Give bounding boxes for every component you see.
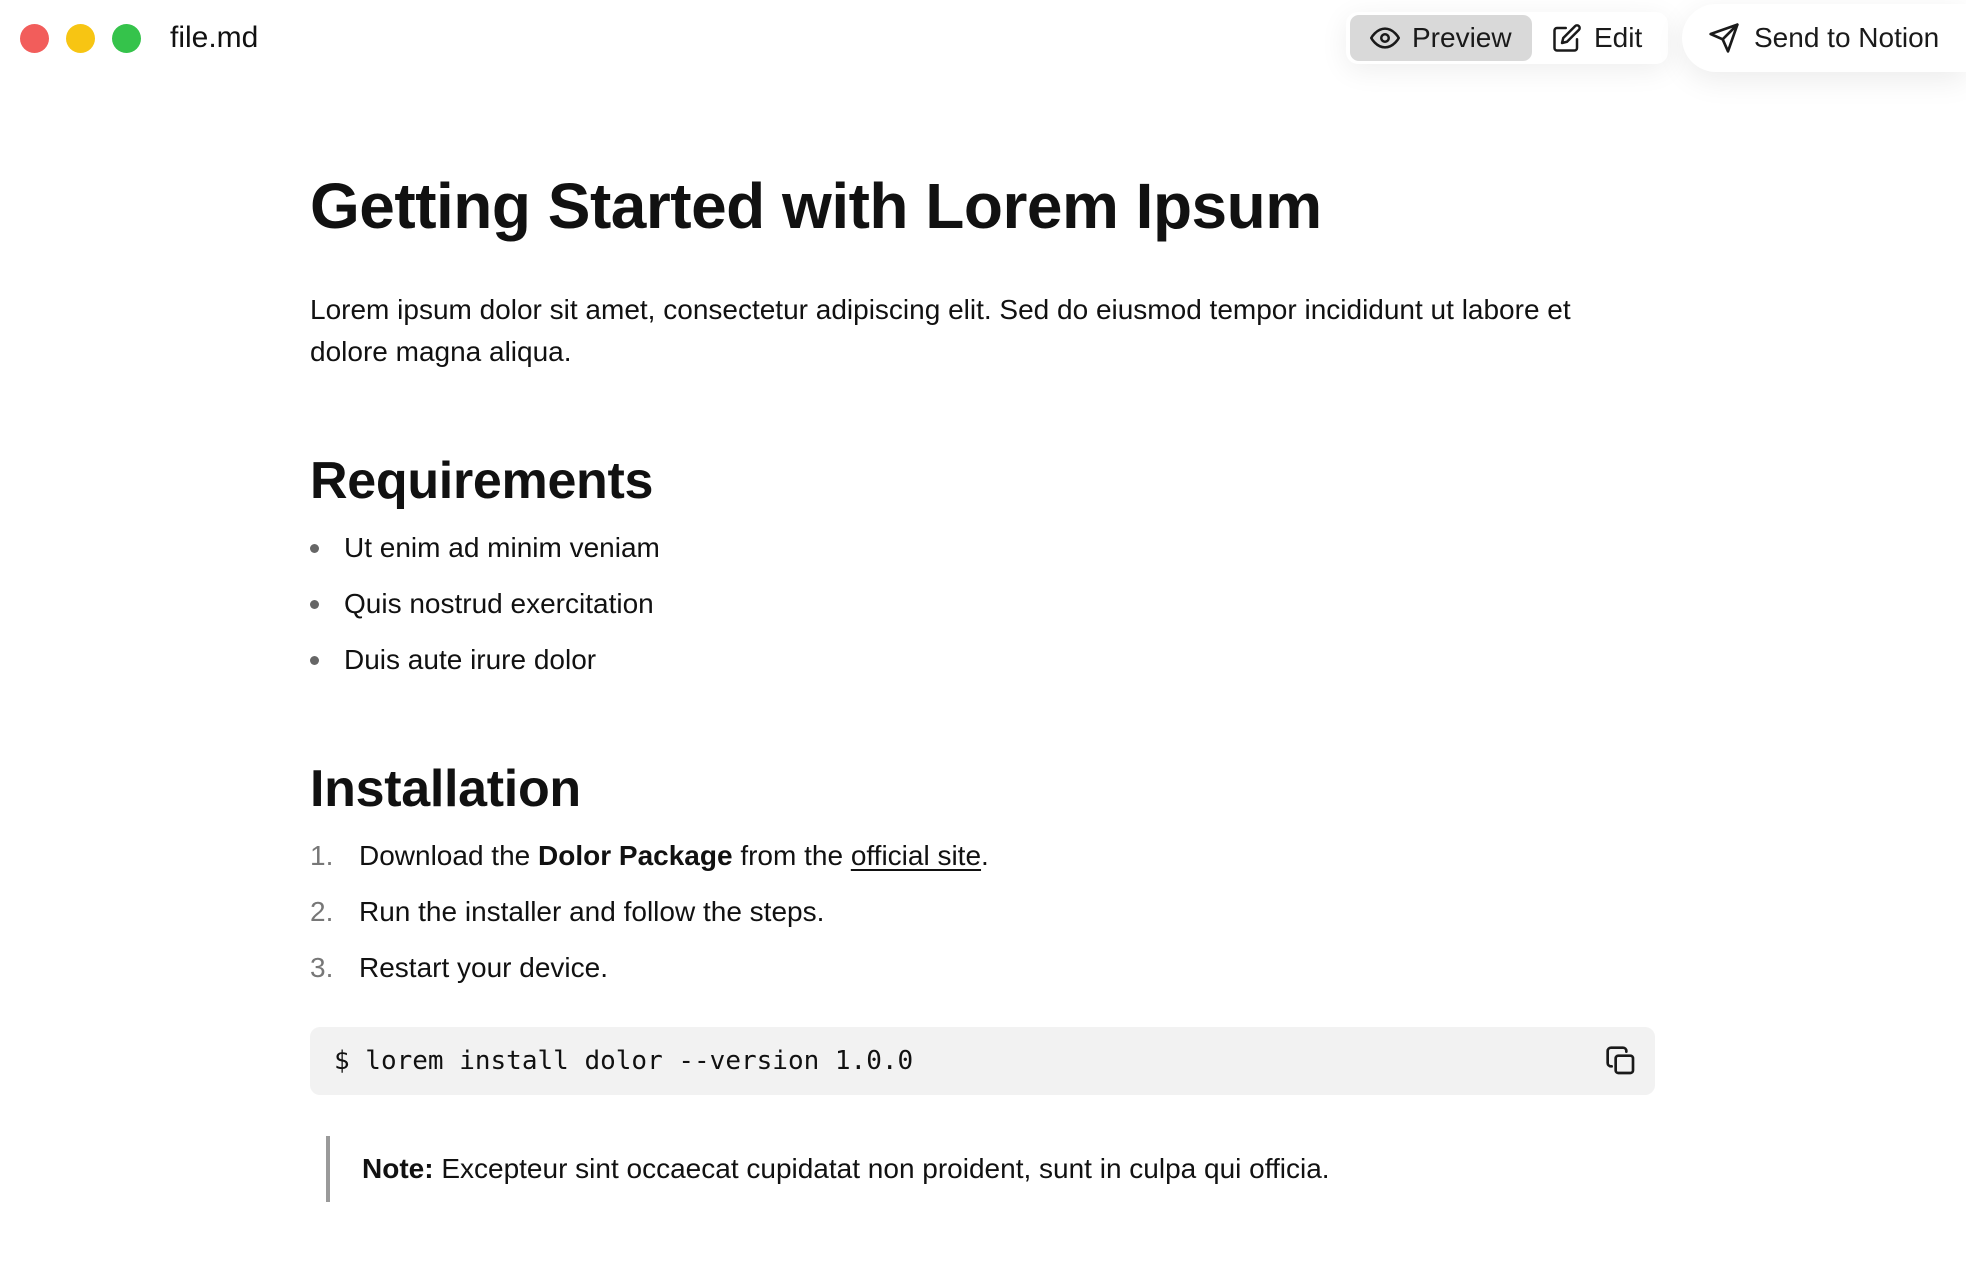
step-item: 2. Run the installer and follow the steps…: [310, 890, 989, 946]
bullet-icon: [310, 544, 319, 553]
pencil-square-icon: [1553, 24, 1581, 52]
step-bold-text: Dolor Package: [538, 840, 733, 871]
note-text: Excepteur sint occaecat cupidatat non pr…: [433, 1153, 1330, 1184]
install-command: $ lorem install dolor --version 1.0.0: [334, 1046, 914, 1076]
app-window: file.md Preview Edit Send to Notion Gett…: [0, 0, 1966, 1268]
step-text: .: [981, 840, 989, 871]
file-name: file.md: [170, 21, 259, 54]
step-item: 3. Restart your device.: [310, 946, 989, 1002]
send-to-notion-label: Send to Notion: [1754, 22, 1940, 53]
step-item: 1. Download the Dolor Package from the of…: [310, 834, 989, 890]
preview-button-label: Preview: [1412, 22, 1512, 53]
list-item: Ut enim ad minim veniam: [310, 526, 660, 582]
note-blockquote: Note: Excepteur sint occaecat cupidatat …: [326, 1136, 1330, 1202]
installation-heading: Installation: [310, 760, 581, 818]
eye-icon: [1370, 27, 1400, 49]
step-number: 3.: [310, 952, 334, 983]
list-item-text: Quis nostrud exercitation: [344, 588, 654, 619]
edit-button-label: Edit: [1594, 22, 1643, 53]
title-bar: file.md Preview Edit Send to Notion: [0, 0, 1966, 76]
list-item-text: Duis aute irure dolor: [344, 644, 597, 675]
code-block: $ lorem install dolor --version 1.0.0: [310, 1027, 1655, 1095]
intro-paragraph: Lorem ipsum dolor sit amet, consectetur …: [310, 294, 1571, 367]
document-title: Getting Started with Lorem Ipsum: [310, 170, 1322, 242]
requirements-heading: Requirements: [310, 452, 654, 510]
list-item: Duis aute irure dolor: [310, 638, 660, 694]
note-label: Note:: [362, 1153, 434, 1184]
requirements-list: Ut enim ad minim veniam Quis nostrud exe…: [310, 526, 660, 694]
step-text: Run the installer and follow the steps.: [359, 896, 825, 927]
minimize-window-button[interactable]: [66, 24, 95, 53]
step-text: from the: [732, 840, 851, 871]
send-to-notion-button[interactable]: Send to Notion: [1682, 4, 1966, 72]
preview-button[interactable]: Preview: [1350, 15, 1532, 61]
step-text: Restart your device.: [359, 952, 608, 983]
copy-code-button[interactable]: [1603, 1043, 1639, 1079]
view-mode-toggle: Preview Edit: [1346, 12, 1668, 64]
zoom-window-button[interactable]: [112, 24, 141, 53]
step-number: 2.: [310, 896, 334, 927]
paper-plane-icon: [1709, 23, 1739, 53]
close-window-button[interactable]: [20, 24, 49, 53]
official-site-link[interactable]: official site: [851, 840, 981, 871]
step-text: Download the: [359, 840, 539, 871]
installation-steps: 1. Download the Dolor Package from the of…: [310, 834, 989, 1002]
list-item-text: Ut enim ad minim veniam: [344, 532, 660, 563]
bullet-icon: [310, 656, 319, 665]
edit-button[interactable]: Edit: [1548, 15, 1660, 61]
bullet-icon: [310, 600, 319, 609]
step-number: 1.: [310, 840, 334, 871]
list-item: Quis nostrud exercitation: [310, 582, 660, 638]
copy-icon: [1606, 1046, 1635, 1075]
